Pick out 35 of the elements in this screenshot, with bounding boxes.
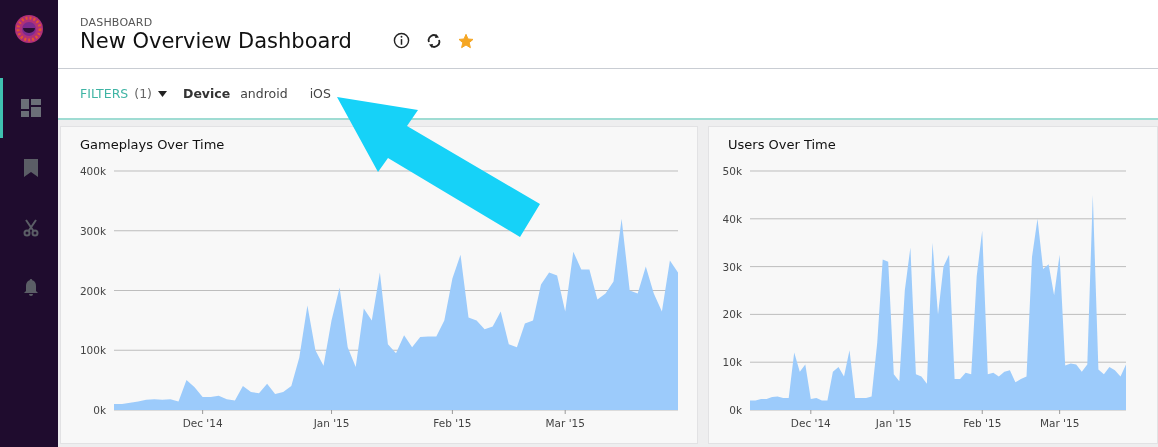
axis-label: 40k xyxy=(722,212,742,225)
chart-title: Gameplays Over Time xyxy=(80,137,225,152)
bookmark-icon xyxy=(23,159,38,177)
caret-icon[interactable] xyxy=(158,90,167,97)
axis-label: 20k xyxy=(722,308,742,321)
filter-value[interactable]: iOS xyxy=(309,86,331,101)
axis-label: 300k xyxy=(79,224,106,237)
axis-label: 0k xyxy=(93,404,106,416)
logo xyxy=(14,14,44,44)
dashboard-icon xyxy=(20,99,41,117)
bell-icon xyxy=(22,279,39,297)
scissors-icon xyxy=(22,219,39,237)
axis-label: Mar '15 xyxy=(1039,417,1080,429)
filter-value[interactable]: android xyxy=(240,86,288,101)
axis-label: 100k xyxy=(79,344,106,357)
axis-label: Mar '15 xyxy=(545,417,585,429)
star-icon[interactable] xyxy=(457,32,474,49)
axis-label: 30k xyxy=(722,260,742,273)
axis-label: 50k xyxy=(722,165,742,177)
axis-label: 0k xyxy=(729,404,742,416)
chart-title: Users Over Time xyxy=(728,137,836,152)
axis-label: 200k xyxy=(79,284,106,297)
axis-label: Feb '15 xyxy=(963,417,1002,429)
axis-label: Jan '15 xyxy=(313,417,350,429)
axis-label: Dec '14 xyxy=(790,417,831,429)
breadcrumb: DASHBOARD xyxy=(80,15,154,29)
axis-label: 10k xyxy=(722,356,742,369)
filters-dropdown[interactable]: FILTERS (1) xyxy=(80,86,167,101)
axis-label: 400k xyxy=(79,165,106,177)
axis-label: Jan '15 xyxy=(875,417,912,429)
filter-field: Device xyxy=(183,86,231,101)
info-icon[interactable] xyxy=(391,30,412,51)
dashboard-title: New Overview Dashboard xyxy=(80,28,352,53)
axis-label: Dec '14 xyxy=(182,417,223,429)
axis-label: Feb '15 xyxy=(433,417,472,429)
